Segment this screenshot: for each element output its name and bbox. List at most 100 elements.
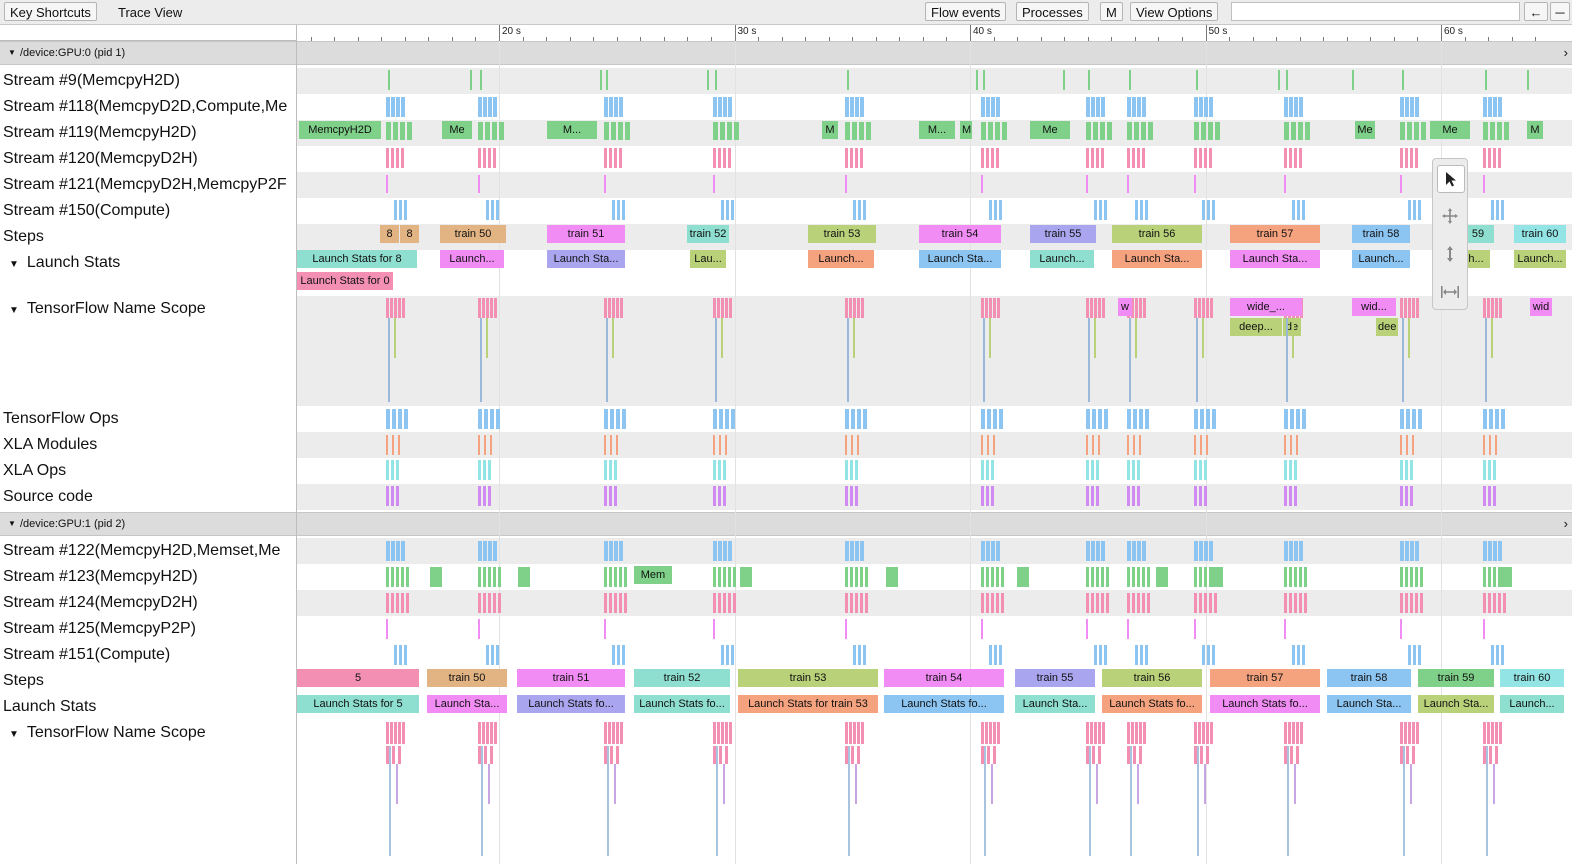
process-title: /device:GPU:1 (pid 2) — [20, 518, 126, 530]
track-label-text: Stream #150(Compute) — [3, 202, 171, 219]
ruler-major-tick — [970, 25, 971, 41]
track-label-text: Stream #9(MemcpyH2D) — [3, 72, 180, 89]
ruler-tick-label: 20 s — [502, 26, 521, 37]
track-label-text: Stream #125(MemcpyP2P) — [3, 620, 196, 637]
collapse-triangle-icon[interactable]: ▼ — [8, 513, 16, 535]
metadata-button[interactable]: M — [1100, 2, 1123, 21]
ruler-spacer — [0, 25, 297, 41]
process-title: /device:GPU:0 (pid 1) — [20, 47, 126, 59]
view-options-button[interactable]: View Options — [1130, 2, 1219, 21]
track-lane[interactable] — [297, 296, 1572, 406]
track-label: Steps — [0, 668, 296, 694]
track-label: Stream #123(MemcpyH2D) — [0, 564, 296, 590]
track-label-text: TensorFlow Ops — [3, 410, 119, 427]
track-label: Stream #119(MemcpyH2D) — [0, 120, 296, 146]
track-lane[interactable] — [297, 432, 1572, 458]
track-lane[interactable] — [297, 590, 1572, 616]
ruler-major-tick — [1205, 25, 1207, 41]
process-header[interactable]: ▼ /device:GPU:1 (pid 2) › — [0, 512, 1572, 536]
track-label-text: Stream #123(MemcpyH2D) — [3, 568, 198, 585]
track-lane[interactable] — [297, 538, 1572, 564]
collapse-triangle-icon[interactable]: ▼ — [8, 42, 16, 64]
label-divider — [296, 512, 297, 864]
trace-view-title: Trace View — [118, 5, 183, 20]
track-lane[interactable] — [297, 668, 1572, 694]
back-arrow-button[interactable]: ← — [1524, 2, 1548, 21]
track-label: Source code — [0, 484, 296, 510]
ruler-tick-label: 60 s — [1444, 26, 1463, 37]
track-lane[interactable] — [297, 120, 1572, 146]
track-lane[interactable] — [297, 198, 1572, 224]
track-label-text: Stream #119(MemcpyH2D) — [3, 124, 197, 141]
track-label-text: XLA Ops — [3, 462, 67, 479]
key-shortcuts-button[interactable]: Key Shortcuts — [4, 2, 97, 21]
track-label: Stream #124(MemcpyD2H) — [0, 590, 296, 616]
track-lane[interactable] — [297, 642, 1572, 668]
track-label-text: Stream #124(MemcpyD2H) — [3, 594, 198, 611]
track-label-text: Stream #151(Compute) — [3, 646, 171, 663]
track-label: Stream #118(MemcpyD2D,Compute,Me — [0, 94, 296, 120]
track-lane[interactable] — [297, 94, 1572, 120]
label-divider — [296, 41, 297, 512]
track-lane[interactable] — [297, 146, 1572, 172]
zoom-vertical-icon[interactable] — [1437, 241, 1463, 267]
track-label: Launch Stats — [0, 694, 296, 720]
track-label-text: XLA Modules — [3, 436, 98, 453]
track-label: XLA Modules — [0, 432, 296, 458]
time-ruler[interactable]: 20 s 30 s 40 s 50 s 60 s — [297, 25, 1572, 42]
track-label-text: Steps — [3, 672, 44, 689]
flow-events-button[interactable]: Flow events — [925, 2, 1007, 21]
close-icon[interactable]: › — [1564, 513, 1568, 535]
track-label-text: Stream #122(MemcpyH2D,Memset,Me — [3, 542, 281, 559]
track-label-text: Stream #118(MemcpyD2D,Compute,Me — [3, 98, 288, 115]
track-label-text: Stream #120(MemcpyD2H) — [3, 150, 198, 167]
track-label-text: Stream #121(MemcpyD2H,MemcpyP2F — [3, 176, 287, 193]
track-label[interactable]: ▼ TensorFlow Name Scope — [0, 296, 296, 322]
ruler-major-tick — [734, 25, 736, 41]
close-icon[interactable]: › — [1564, 42, 1568, 64]
ruler-major-tick — [499, 25, 500, 41]
track-lane[interactable] — [297, 564, 1572, 590]
track-lane[interactable] — [297, 68, 1572, 94]
track-label-text: Launch Stats — [3, 698, 97, 715]
toolbar: Key Shortcuts Trace View Flow events Pro… — [0, 0, 1572, 25]
ruler-tick-label: 30 s — [737, 26, 757, 37]
track-label[interactable]: ▼ Launch Stats — [0, 250, 296, 276]
processes-button[interactable]: Processes — [1016, 2, 1089, 21]
track-lane[interactable] — [297, 172, 1572, 198]
track-lane[interactable] — [297, 224, 1572, 250]
track-label: TensorFlow Ops — [0, 406, 296, 432]
expand-triangle-icon[interactable]: ▼ — [9, 722, 19, 746]
track-label: Stream #122(MemcpyH2D,Memset,Me — [0, 538, 296, 564]
track-label-text: Source code — [3, 488, 93, 505]
expand-triangle-icon[interactable]: ▼ — [9, 298, 19, 322]
pan-move-icon[interactable] — [1437, 203, 1463, 229]
track-label: Stream #120(MemcpyD2H) — [0, 146, 296, 172]
track-label-text: TensorFlow Name Scope — [26, 300, 206, 317]
tool-palette — [1432, 158, 1468, 310]
search-input[interactable] — [1231, 2, 1520, 21]
ruler-major-tick — [1441, 25, 1442, 41]
timing-range-icon[interactable] — [1437, 279, 1463, 305]
track-label: Stream #121(MemcpyD2H,MemcpyP2F — [0, 172, 296, 198]
process-header[interactable]: ▼ /device:GPU:0 (pid 1) › — [0, 41, 1572, 65]
track-lane[interactable] — [297, 250, 1572, 296]
track-label: Stream #9(MemcpyH2D) — [0, 68, 296, 94]
more-button[interactable]: ─ — [1550, 2, 1570, 21]
track-lane[interactable] — [297, 484, 1572, 510]
track-lane[interactable] — [297, 458, 1572, 484]
track-lane[interactable] — [297, 720, 1572, 860]
cursor-select-icon[interactable] — [1437, 165, 1465, 193]
track-label-text: Steps — [3, 228, 44, 245]
ruler-tick-label: 50 s — [1208, 26, 1228, 37]
track-lane[interactable] — [297, 406, 1572, 432]
track-label: Stream #151(Compute) — [0, 642, 296, 668]
track-lane[interactable] — [297, 694, 1572, 720]
expand-triangle-icon[interactable]: ▼ — [9, 252, 19, 276]
track-label: Steps — [0, 224, 296, 250]
track-label-text: Launch Stats — [26, 254, 121, 271]
ruler-tick-label: 40 s — [973, 26, 992, 37]
track-lane[interactable] — [297, 616, 1572, 642]
track-label: Stream #150(Compute) — [0, 198, 296, 224]
track-label[interactable]: ▼ TensorFlow Name Scope — [0, 720, 296, 746]
